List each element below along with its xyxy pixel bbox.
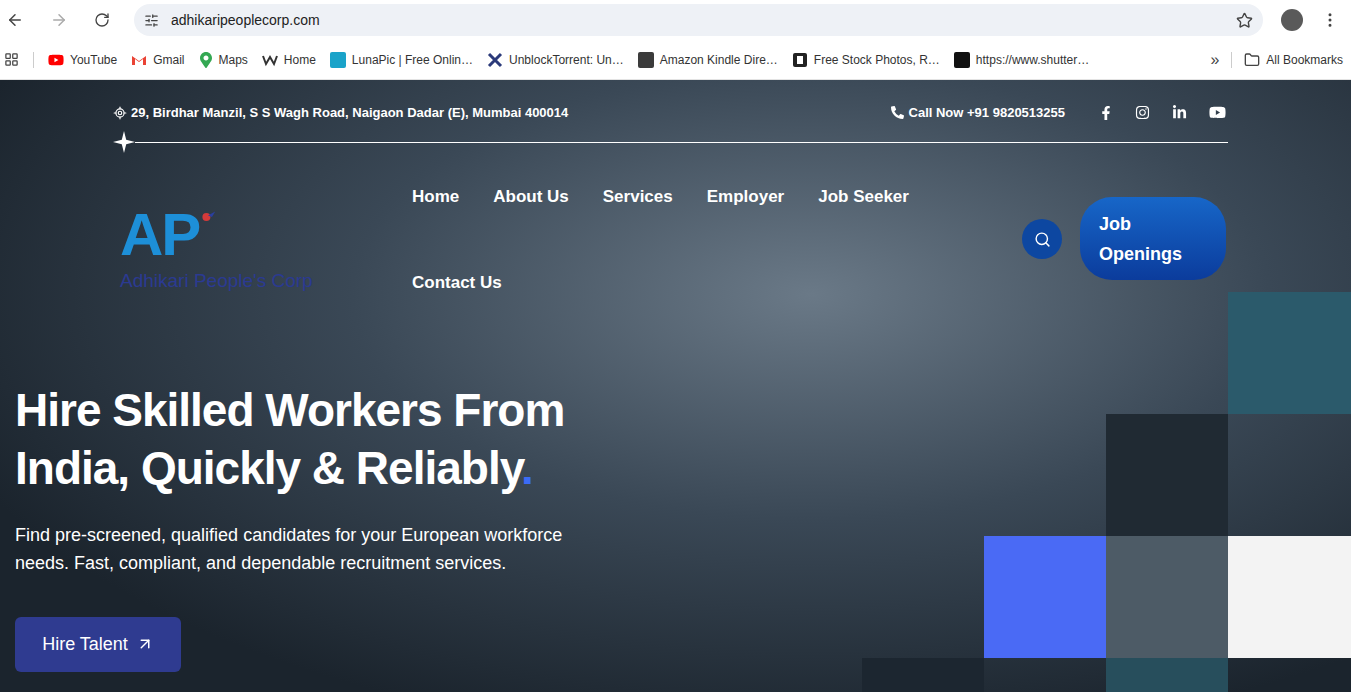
phone[interactable]: Call Now +91 9820513255 [891, 103, 1065, 123]
search-icon [1034, 231, 1051, 248]
bookmark-star-icon[interactable] [1236, 12, 1253, 29]
job-openings-button[interactable]: Job Openings [1080, 197, 1226, 280]
torrent-icon [487, 52, 503, 68]
wix-icon [262, 52, 278, 68]
nav-row: APAdhikari People's CorpHomeAbout UsServ… [0, 185, 1351, 296]
bookmark-item[interactable]: Gmail [131, 51, 184, 69]
hero-photo: 29, Birdhar Manzil, S S Wagh Road, Naiga… [0, 80, 1351, 692]
shutterstock-icon [954, 52, 970, 68]
plane-globe-icon [200, 209, 216, 225]
arrow-up-right-icon [136, 635, 154, 653]
nav-item[interactable]: Home [412, 185, 459, 209]
nav-item[interactable]: Job Seeker [818, 185, 909, 209]
linkedin-icon[interactable] [1172, 105, 1187, 120]
maps-icon [199, 52, 213, 68]
separator [33, 52, 34, 68]
deco-square [862, 658, 984, 692]
hero: Hire Skilled Workers FromIndia, Quickly … [0, 381, 1351, 672]
site-info-icon[interactable] [144, 13, 159, 28]
bookmark-list: YouTube Gmail Maps Home LunaPic | Free Onlin… [48, 51, 1198, 69]
url-text: adhikaripeoplecorp.com [171, 10, 1224, 31]
separator [1231, 52, 1232, 68]
nav-item[interactable]: Employer [707, 185, 784, 209]
divider [113, 141, 1228, 143]
hero-heading: Hire Skilled Workers FromIndia, Quickly … [15, 381, 1351, 497]
phone-icon [891, 106, 904, 119]
youtube-icon [48, 52, 64, 68]
bookmark-item[interactable]: Home [262, 51, 316, 69]
bookmark-item[interactable]: https://www.shutter… [954, 51, 1089, 69]
deco-square [1228, 292, 1351, 414]
reload-icon[interactable] [94, 12, 110, 28]
profile-avatar[interactable] [1281, 9, 1303, 31]
bookmark-item[interactable]: YouTube [48, 51, 117, 69]
main-nav: Home About Us Services Employer Job Seeker Co… [412, 185, 972, 295]
gmail-icon [131, 52, 147, 68]
kindle-icon [638, 52, 654, 68]
address-row: adhikaripeoplecorp.com [0, 0, 1351, 40]
nav-item[interactable]: Services [603, 185, 673, 209]
stock-photo-icon [792, 52, 808, 68]
instagram-icon[interactable] [1135, 105, 1150, 120]
address: 29, Birdhar Manzil, S S Wagh Road, Naiga… [113, 103, 568, 123]
facebook-icon[interactable] [1099, 106, 1113, 120]
logo[interactable]: APAdhikari People's Corp [120, 205, 412, 296]
forward-icon[interactable] [50, 11, 68, 29]
page-content: 29, Birdhar Manzil, S S Wagh Road, Naiga… [0, 80, 1351, 672]
nav-item[interactable]: Contact Us [412, 271, 502, 295]
bookmark-item[interactable]: Maps [199, 51, 248, 69]
bookmark-item[interactable]: UnblockTorrent: Un… [487, 51, 624, 69]
logo-mark: AP [120, 205, 199, 265]
hire-talent-button[interactable]: Hire Talent [15, 617, 181, 672]
hero-subtitle: Find pre-screened, qualified candidates … [15, 521, 1351, 577]
back-icon[interactable] [6, 11, 24, 29]
deco-square [984, 536, 1106, 658]
bookmarks-overflow[interactable]: » [1210, 48, 1219, 72]
sparkle-icon [113, 131, 135, 153]
browser-window: adhikaripeoplecorp.com YouTube Gmail Maps Ho… [0, 0, 1351, 692]
contact-social: Call Now +91 9820513255 [891, 103, 1228, 123]
apps-icon[interactable] [4, 52, 19, 67]
bookmark-item[interactable]: Free Stock Photos, R… [792, 51, 940, 69]
lunapic-icon [330, 52, 346, 68]
deco-square [1228, 536, 1351, 658]
bookmark-item[interactable]: LunaPic | Free Onlin… [330, 51, 473, 69]
deco-square [1106, 414, 1228, 536]
logo-name: Adhikari People's Corp [120, 267, 412, 296]
deco-square [1106, 536, 1228, 658]
url-bar[interactable]: adhikaripeoplecorp.com [134, 4, 1263, 36]
bookmark-item[interactable]: Amazon Kindle Dire… [638, 51, 778, 69]
search-button[interactable] [1022, 219, 1062, 259]
folder-icon [1244, 52, 1260, 68]
menu-icon[interactable] [1321, 11, 1339, 29]
location-icon [113, 106, 127, 120]
nav-item[interactable]: About Us [493, 185, 569, 209]
deco-square [1106, 658, 1228, 692]
youtube-icon[interactable] [1209, 104, 1226, 121]
info-bar: 29, Birdhar Manzil, S S Wagh Road, Naiga… [113, 80, 1228, 141]
bookmarks-bar: YouTube Gmail Maps Home LunaPic | Free Onlin… [0, 40, 1351, 80]
all-bookmarks[interactable]: All Bookmarks [1244, 51, 1343, 69]
